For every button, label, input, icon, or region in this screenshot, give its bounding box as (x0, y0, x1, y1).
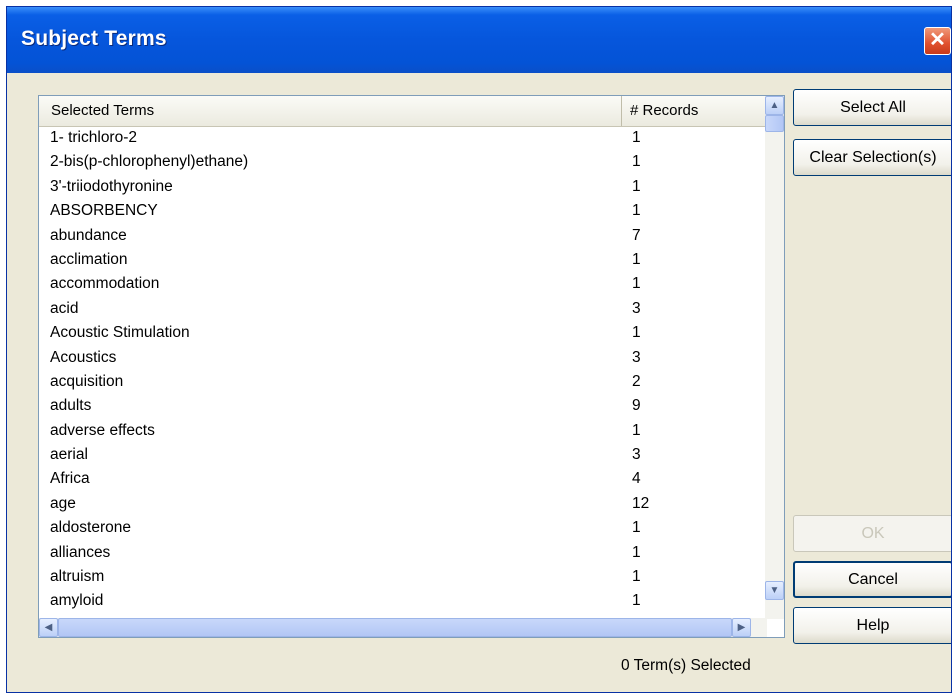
term-label: acid (50, 299, 79, 317)
subject-terms-dialog: Subject Terms ✕ Selected Terms # Records… (6, 6, 952, 693)
record-count: 1 (632, 250, 641, 268)
vertical-scroll-thumb[interactable] (765, 115, 784, 132)
record-count: 1 (632, 202, 641, 220)
term-label: aerial (50, 446, 88, 464)
term-label: Acoustic Stimulation (50, 324, 190, 342)
column-header-records[interactable]: # Records (622, 96, 767, 126)
term-label: adults (50, 397, 92, 415)
term-label: alliances (50, 543, 111, 561)
help-button[interactable]: Help (793, 607, 951, 644)
record-count: 9 (632, 397, 641, 415)
scroll-left-icon[interactable]: ◀ (39, 618, 58, 637)
term-label: ABSORBENCY (50, 202, 158, 220)
list-item[interactable]: altruism 1 (39, 565, 767, 589)
record-count: 3 (632, 348, 641, 366)
record-count: 1 (632, 543, 641, 561)
list-item[interactable]: Acoustics 3 (39, 346, 767, 370)
horizontal-scrollbar[interactable]: ◀ ▶ (39, 618, 767, 637)
select-all-button[interactable]: Select All (793, 89, 951, 126)
selection-status: 0 Term(s) Selected (621, 657, 751, 674)
list-item[interactable]: 1- trichloro-2 1 (39, 126, 767, 150)
list-item[interactable]: 2-bis(p-chlorophenyl)ethane) 1 (39, 150, 767, 174)
list-item[interactable]: 3'-triiodothyronine 1 (39, 175, 767, 199)
record-count: 1 (632, 153, 641, 171)
term-label: aldosterone (50, 519, 132, 537)
list-item[interactable]: aerial 3 (39, 443, 767, 467)
record-count: 2 (632, 372, 641, 390)
horizontal-scroll-thumb[interactable] (58, 618, 732, 637)
close-icon[interactable]: ✕ (924, 27, 951, 55)
list-item[interactable]: accommodation 1 (39, 272, 767, 296)
column-header-selected-terms[interactable]: Selected Terms (39, 96, 622, 126)
record-count: 7 (632, 226, 641, 244)
clear-selection-button[interactable]: Clear Selection(s) (793, 139, 951, 176)
term-label: acclimation (50, 250, 128, 268)
list-item[interactable]: Acoustic Stimulation 1 (39, 321, 767, 345)
vertical-scrollbar[interactable]: ▲ ▼ (765, 96, 784, 619)
term-label: Africa (50, 470, 90, 488)
list-item[interactable]: alliances 1 (39, 541, 767, 565)
list-item[interactable]: ABSORBENCY 1 (39, 199, 767, 223)
list-item[interactable]: acclimation 1 (39, 248, 767, 272)
term-label: 2-bis(p-chlorophenyl)ethane) (50, 153, 249, 171)
scroll-right-icon[interactable]: ▶ (732, 618, 751, 637)
term-label: Acoustics (50, 348, 117, 366)
list-item[interactable]: aldosterone 1 (39, 516, 767, 540)
term-label: adverse effects (50, 421, 155, 439)
term-label: acquisition (50, 372, 124, 390)
term-label: amyloid (50, 592, 104, 610)
terms-list[interactable]: Selected Terms # Records 1- trichloro-2 1… (38, 95, 785, 638)
scroll-up-icon[interactable]: ▲ (765, 96, 784, 115)
term-label: altruism (50, 568, 105, 586)
term-label: accommodation (50, 275, 160, 293)
window-title: Subject Terms (21, 27, 167, 50)
record-count: 4 (632, 470, 641, 488)
record-count: 3 (632, 299, 641, 317)
record-count: 3 (632, 446, 641, 464)
term-label: 1- trichloro-2 (50, 129, 137, 146)
record-count: 1 (632, 324, 641, 342)
scroll-down-icon[interactable]: ▼ (765, 581, 784, 600)
list-item[interactable]: abundance 7 (39, 224, 767, 248)
list-item[interactable]: adverse effects 1 (39, 419, 767, 443)
list-item[interactable]: Africa 4 (39, 467, 767, 491)
list-item[interactable]: acid 3 (39, 297, 767, 321)
term-label: 3'-triiodothyronine (50, 177, 173, 195)
record-count: 1 (632, 275, 641, 293)
record-count: 1 (632, 129, 641, 146)
cancel-button[interactable]: Cancel (793, 561, 951, 598)
record-count: 12 (632, 494, 650, 512)
list-item[interactable]: acquisition 2 (39, 370, 767, 394)
list-header: Selected Terms # Records (39, 96, 767, 127)
record-count: 1 (632, 592, 641, 610)
list-item[interactable]: amyloid 1 (39, 589, 767, 613)
list-item[interactable]: age 12 (39, 492, 767, 516)
record-count: 1 (632, 421, 641, 439)
term-label: age (50, 494, 76, 512)
list-rows: 1- trichloro-2 1 2-bis(p-chlorophenyl)etha… (39, 126, 767, 614)
record-count: 1 (632, 519, 641, 537)
record-count: 1 (632, 568, 641, 586)
list-item[interactable]: adults 9 (39, 394, 767, 418)
term-label: abundance (50, 226, 127, 244)
title-bar[interactable]: Subject Terms ✕ (7, 7, 951, 73)
ok-button[interactable]: OK (793, 515, 951, 552)
record-count: 1 (632, 177, 641, 195)
